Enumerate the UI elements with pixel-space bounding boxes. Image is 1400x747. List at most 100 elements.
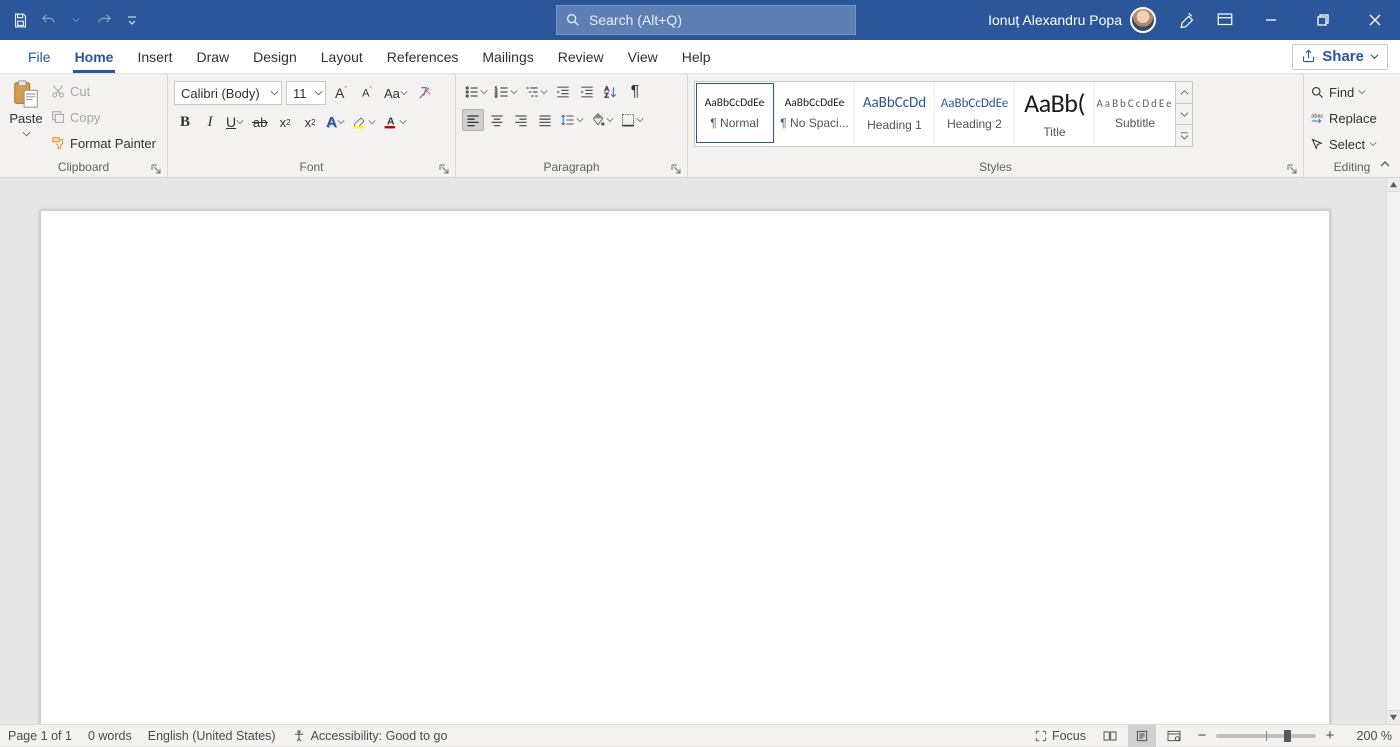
shrink-font-button[interactable]: Aˇ (356, 82, 378, 104)
tab-home[interactable]: Home (63, 42, 126, 73)
format-painter-button[interactable]: Format Painter (50, 131, 156, 155)
read-mode-button[interactable] (1096, 725, 1124, 747)
status-page[interactable]: Page 1 of 1 (8, 729, 72, 743)
numbering-button[interactable]: 123 (492, 81, 520, 103)
styles-row-down[interactable] (1176, 104, 1192, 126)
find-button[interactable]: Find (1310, 80, 1366, 104)
save-button[interactable] (8, 8, 32, 32)
align-right-button[interactable] (510, 109, 532, 131)
italic-button[interactable]: I (199, 111, 221, 133)
highlight-button[interactable] (350, 111, 378, 133)
maximize-button[interactable] (1300, 0, 1346, 40)
print-layout-button[interactable] (1128, 725, 1156, 747)
select-button[interactable]: Select (1310, 132, 1377, 156)
focus-mode-button[interactable]: Focus (1028, 729, 1092, 743)
underline-button[interactable]: U (224, 111, 246, 133)
clear-formatting-button[interactable] (414, 82, 436, 104)
superscript-button[interactable]: x2 (299, 111, 321, 133)
shading-button[interactable] (588, 109, 616, 131)
collapse-ribbon-button[interactable] (1376, 155, 1394, 173)
scroll-down[interactable] (1387, 710, 1400, 724)
bold-button[interactable]: B (174, 111, 196, 133)
vertical-scrollbar[interactable] (1386, 178, 1400, 724)
grow-font-button[interactable]: Aˆ (330, 82, 352, 104)
replace-button[interactable]: abac Replace (1310, 106, 1377, 130)
tab-mailings[interactable]: Mailings (470, 42, 545, 73)
undo-button[interactable] (36, 8, 60, 32)
tab-view[interactable]: View (616, 42, 670, 73)
style-title[interactable]: AaBb( Title (1015, 82, 1095, 144)
multilevel-list-button[interactable] (522, 81, 550, 103)
font-launcher[interactable] (437, 162, 451, 176)
ribbon-display-options[interactable] (1208, 0, 1242, 40)
paste-button[interactable]: Paste (6, 77, 46, 140)
text-effects-button[interactable]: A (324, 111, 347, 133)
tab-layout[interactable]: Layout (309, 42, 375, 73)
show-paragraph-marks-button[interactable]: ¶ (624, 81, 646, 103)
subscript-button[interactable]: x2 (274, 111, 296, 133)
styles-launcher[interactable] (1285, 162, 1299, 176)
styles-row-up[interactable] (1176, 82, 1192, 104)
tab-review[interactable]: Review (546, 42, 616, 73)
increase-indent-button[interactable] (576, 81, 598, 103)
cut-button[interactable]: Cut (50, 79, 156, 103)
zoom-out-button[interactable]: − (1192, 725, 1212, 747)
sort-button[interactable]: AZ (600, 81, 622, 103)
tab-help[interactable]: Help (670, 42, 723, 73)
status-words[interactable]: 0 words (88, 729, 132, 743)
decrease-indent-button[interactable] (552, 81, 574, 103)
styles-more[interactable] (1176, 125, 1192, 146)
style-heading-1[interactable]: AaBbCcDd Heading 1 (855, 82, 935, 144)
close-button[interactable] (1352, 0, 1398, 40)
minimize-button[interactable] (1248, 0, 1294, 40)
web-layout-button[interactable] (1160, 725, 1188, 747)
tab-file[interactable]: File (16, 42, 63, 73)
svg-text:3: 3 (495, 94, 498, 100)
status-language[interactable]: English (United States) (148, 729, 276, 743)
zoom-slider[interactable] (1216, 734, 1316, 738)
group-label-paragraph: Paragraph (543, 160, 599, 174)
page[interactable] (40, 210, 1330, 724)
coming-soon-button[interactable] (1168, 0, 1202, 40)
tab-references[interactable]: References (375, 42, 471, 73)
copy-button[interactable]: Copy (50, 105, 156, 129)
justify-button[interactable] (534, 109, 556, 131)
strikethrough-button[interactable]: ab (249, 111, 271, 133)
font-size-input[interactable]: 11 (286, 81, 326, 105)
bullets-button[interactable] (462, 81, 490, 103)
search-box[interactable]: Search (Alt+Q) (556, 5, 856, 35)
status-accessibility[interactable]: Accessibility: Good to go (292, 729, 448, 743)
undo-dropdown[interactable] (64, 8, 88, 32)
scroll-up[interactable] (1387, 178, 1400, 192)
style-no-spacing[interactable]: AaBbCcDdEe ¶ No Spaci... (775, 82, 855, 144)
focus-icon (1034, 729, 1048, 743)
font-color-button[interactable]: A (381, 111, 409, 133)
accessibility-icon (292, 729, 306, 743)
style-subtitle[interactable]: AaBbCcDdEe Subtitle (1095, 82, 1175, 144)
zoom-level[interactable]: 200 % (1344, 729, 1392, 743)
clipboard-launcher[interactable] (149, 162, 163, 176)
zoom-slider-thumb[interactable] (1284, 730, 1291, 742)
account-button[interactable]: Ionuț Alexandru Popa (982, 0, 1162, 40)
svg-text:A: A (387, 116, 395, 127)
redo-button[interactable] (92, 8, 116, 32)
title-bar: Document1 - Word Search (Alt+Q) Ionuț Al… (0, 0, 1400, 40)
font-name-input[interactable]: Calibri (Body) (174, 81, 282, 105)
zoom-in-button[interactable]: + (1320, 725, 1340, 747)
borders-button[interactable] (618, 109, 646, 131)
align-center-button[interactable] (486, 109, 508, 131)
share-button[interactable]: Share (1292, 44, 1388, 70)
group-label-styles: Styles (979, 160, 1012, 174)
tab-design[interactable]: Design (241, 42, 309, 73)
style-normal[interactable]: AaBbCcDdEe ¶ Normal (695, 82, 775, 144)
line-spacing-button[interactable] (558, 109, 586, 131)
group-label-font: Font (299, 160, 323, 174)
tab-insert[interactable]: Insert (125, 42, 184, 73)
align-left-button[interactable] (462, 109, 484, 131)
paragraph-launcher[interactable] (669, 162, 683, 176)
qat-customize[interactable] (120, 8, 144, 32)
change-case-button[interactable]: Aa (382, 82, 410, 104)
style-heading-2[interactable]: AaBbCcDdEe Heading 2 (935, 82, 1015, 144)
group-label-clipboard: Clipboard (58, 160, 109, 174)
tab-draw[interactable]: Draw (184, 42, 241, 73)
